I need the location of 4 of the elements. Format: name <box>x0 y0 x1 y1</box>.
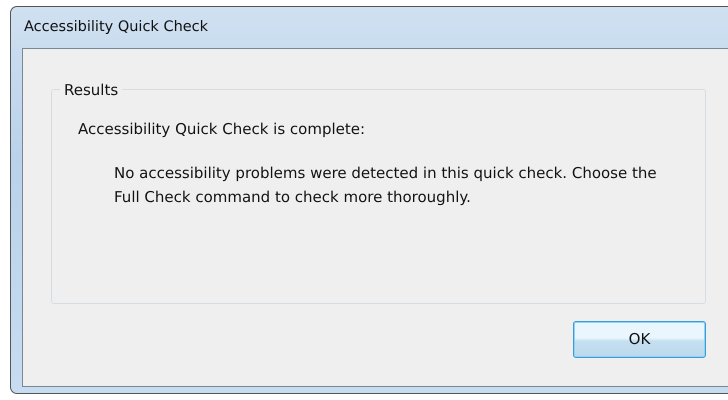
result-message: No accessibility problems were detected in this quick check. Choose the Full Check command to check more thoroughly. <box>114 162 658 208</box>
result-heading: Accessibility Quick Check is complete: <box>78 119 366 140</box>
window-title: Accessibility Quick Check <box>24 18 208 37</box>
ok-button[interactable]: OK <box>573 321 706 358</box>
